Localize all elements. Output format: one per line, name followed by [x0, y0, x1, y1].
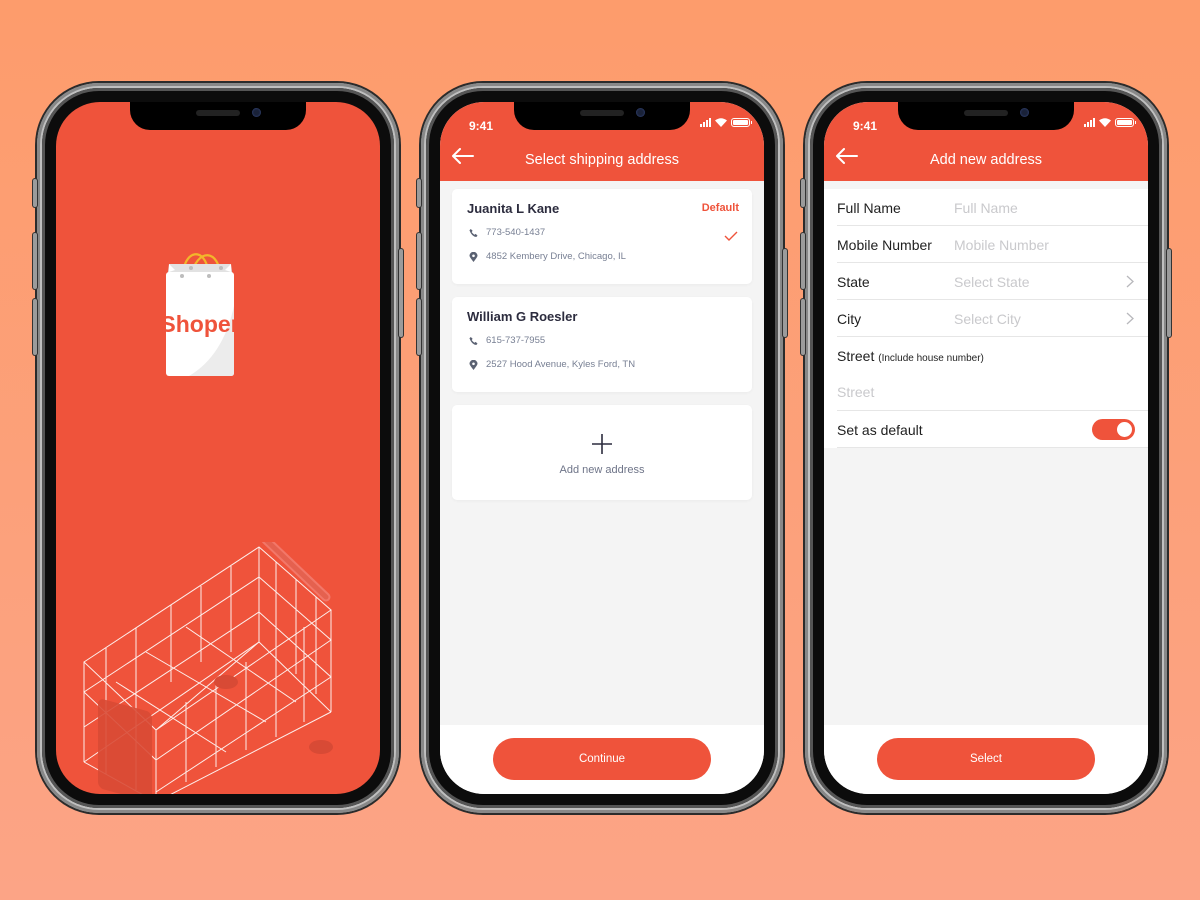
phone-row: 773-540-1437 — [469, 227, 545, 238]
location-pin-icon — [469, 251, 478, 262]
address-text: 2527 Hood Avenue, Kyles Ford, TN — [486, 359, 636, 370]
signal-icon — [1084, 118, 1095, 127]
phone-icon — [469, 228, 478, 237]
wifi-icon — [1099, 118, 1111, 127]
location-pin-icon — [469, 359, 478, 370]
address-name: Juanita L Kane — [467, 201, 560, 216]
address-text: 4852 Kembery Drive, Chicago, IL — [486, 251, 626, 262]
state-label: State — [837, 274, 870, 290]
bottom-bar: Select — [824, 725, 1148, 794]
chevron-right-icon — [1126, 275, 1134, 288]
phone-icon — [469, 336, 478, 345]
status-time: 9:41 — [469, 119, 494, 133]
phone-number: 615-737-7955 — [486, 335, 546, 346]
street-input[interactable]: Street — [837, 384, 874, 400]
default-badge: Default — [701, 202, 739, 214]
full-name-field[interactable]: Full Name Full Name — [837, 189, 1148, 226]
address-name: William G Roesler — [467, 309, 578, 324]
splash-screen: Shoper — [56, 102, 380, 794]
phone-number: 773-540-1437 — [486, 227, 546, 238]
mute-switch — [33, 179, 37, 207]
full-name-input[interactable]: Full Name — [954, 200, 1018, 216]
select-button[interactable]: Select — [877, 738, 1095, 780]
mobile-number-input[interactable]: Mobile Number — [954, 237, 1049, 253]
shopping-cart-icon — [83, 542, 333, 794]
phone-splash: Shoper — [33, 83, 403, 813]
add-address-screen: 9:41 Add new address Full Name Full Name… — [824, 102, 1148, 794]
shipping-screen: 9:41 Select shipping address Juanita L K… — [440, 102, 764, 794]
continue-button[interactable]: Continue — [493, 738, 711, 780]
street-label-text: Street — [837, 348, 875, 364]
page-title: Add new address — [929, 152, 1043, 168]
phone-row: 615-737-7955 — [469, 335, 545, 346]
notch — [130, 102, 306, 130]
street-field[interactable]: Street (Include house number) Street — [837, 337, 1148, 411]
bottom-bar: Continue — [440, 725, 764, 794]
battery-icon — [1115, 118, 1136, 127]
checkmark-icon — [724, 231, 738, 241]
city-select[interactable]: City Select City — [837, 300, 1148, 337]
add-new-address-button[interactable]: Add new address — [452, 405, 752, 500]
set-default-label: Set as default — [837, 422, 923, 438]
street-label: Street (Include house number) — [837, 348, 984, 364]
logo-text: Shoper — [161, 311, 239, 337]
mobile-number-label: Mobile Number — [837, 237, 932, 253]
city-value[interactable]: Select City — [954, 311, 1021, 327]
state-select[interactable]: State Select State — [837, 263, 1148, 300]
volume-up-button — [33, 233, 37, 289]
shopping-bag-icon: Shoper — [160, 246, 240, 376]
address-form: Full Name Full Name Mobile Number Mobile… — [824, 189, 1148, 448]
page-title: Select shipping address — [525, 152, 679, 168]
battery-icon — [731, 118, 752, 127]
status-time: 9:41 — [853, 119, 878, 133]
address-row: 4852 Kembery Drive, Chicago, IL — [469, 251, 626, 262]
signal-icon — [700, 118, 711, 127]
phone-add-address: 9:41 Add new address Full Name Full Name… — [801, 83, 1171, 813]
volume-down-button — [33, 299, 37, 355]
address-row: 2527 Hood Avenue, Kyles Ford, TN — [469, 359, 635, 370]
address-card[interactable]: Juanita L Kane Default 773-540-1437 4852… — [452, 189, 752, 284]
chevron-right-icon — [1126, 312, 1134, 325]
default-row: Set as default — [837, 411, 1148, 448]
street-hint: (Include house number) — [878, 353, 984, 364]
plus-icon — [592, 434, 612, 454]
full-name-label: Full Name — [837, 200, 901, 216]
state-value[interactable]: Select State — [954, 274, 1030, 290]
add-address-label: Add new address — [559, 464, 645, 476]
phone-shipping: 9:41 Select shipping address Juanita L K… — [417, 83, 787, 813]
city-label: City — [837, 311, 862, 327]
power-button — [399, 249, 403, 337]
mobile-number-field[interactable]: Mobile Number Mobile Number — [837, 226, 1148, 263]
set-default-toggle[interactable] — [1092, 419, 1135, 440]
wifi-icon — [715, 118, 727, 127]
address-card[interactable]: William G Roesler 615-737-7955 2527 Hood… — [452, 297, 752, 392]
